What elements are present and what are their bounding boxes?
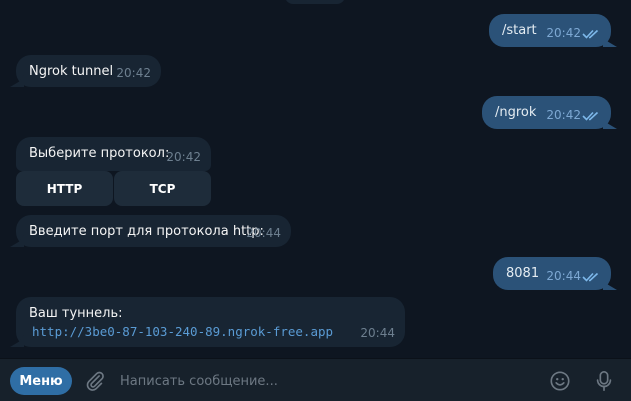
tunnel-url-link[interactable]: http://3be0-87-103-240-89.ngrok-free.app xyxy=(32,324,333,339)
previous-message-fragment xyxy=(285,0,345,4)
microphone-icon[interactable] xyxy=(591,368,617,394)
message-text: Выберите протокол: xyxy=(29,146,170,161)
chat-history: /start 20:42 Ngrok tunnel 20:42 /ngrok 2… xyxy=(0,0,631,358)
outgoing-message[interactable]: 8081 20:44 xyxy=(493,257,617,290)
bubble-tail xyxy=(603,35,617,47)
message-time: 20:42 xyxy=(546,26,581,40)
incoming-message[interactable]: Ваш туннель: http://3be0-87-103-240-89.n… xyxy=(10,297,405,347)
paperclip-icon[interactable] xyxy=(82,368,108,394)
bubble-tail xyxy=(10,75,24,87)
emoji-icon[interactable] xyxy=(547,368,573,394)
message-text: 8081 xyxy=(506,266,540,281)
read-checkmarks-icon xyxy=(582,272,599,282)
incoming-message[interactable]: Выберите протокол: 20:42 xyxy=(16,137,211,171)
read-checkmarks-icon xyxy=(582,111,599,121)
message-time: 20:42 xyxy=(166,150,201,164)
message-text: Ngrok tunnel xyxy=(29,64,114,79)
inline-button-tcp[interactable]: TCP xyxy=(114,171,211,206)
read-checkmarks-icon xyxy=(582,29,599,39)
inline-button-http[interactable]: HTTP xyxy=(16,171,113,206)
outgoing-message[interactable]: /start 20:42 xyxy=(489,14,617,47)
message-input[interactable] xyxy=(118,367,532,396)
incoming-message[interactable]: Ngrok tunnel 20:42 xyxy=(10,55,161,87)
message-text: Ваш туннель: xyxy=(29,306,123,321)
message-time: 20:44 xyxy=(360,326,395,340)
outgoing-message[interactable]: /ngrok 20:42 xyxy=(482,96,617,129)
bubble-tail xyxy=(10,335,24,347)
incoming-message[interactable]: Введите порт для протокола http: 20:44 xyxy=(10,215,291,247)
bubble-tail xyxy=(603,278,617,290)
message-text: Введите порт для протокола http: xyxy=(29,224,264,239)
message-time: 20:44 xyxy=(546,269,581,283)
menu-button[interactable]: Меню xyxy=(10,367,72,395)
message-time: 20:42 xyxy=(546,108,581,122)
message-composer: Меню xyxy=(0,358,631,401)
message-text: /start xyxy=(502,23,537,38)
message-text: /ngrok xyxy=(495,105,537,120)
message-time: 20:42 xyxy=(116,66,151,80)
bubble-tail xyxy=(10,235,24,247)
message-time: 20:44 xyxy=(246,226,281,240)
bubble-tail xyxy=(603,117,617,129)
